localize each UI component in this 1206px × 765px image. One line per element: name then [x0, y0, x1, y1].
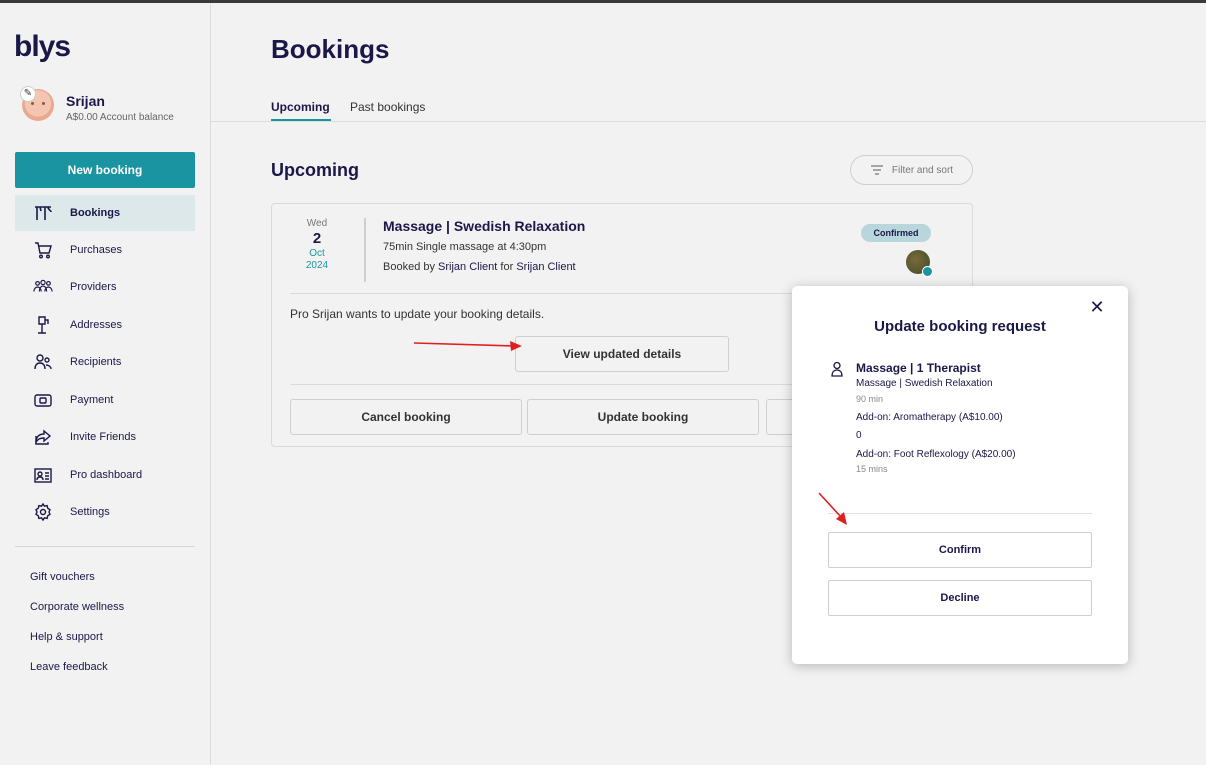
confirm-button[interactable]: Confirm — [828, 532, 1092, 568]
date-divider — [364, 218, 366, 282]
update-booking-button[interactable]: Update booking — [527, 399, 759, 435]
brand-logo[interactable]: blys — [14, 30, 71, 64]
address-icon — [15, 315, 70, 335]
section-title: Upcoming — [271, 160, 359, 180]
pro-dashboard-icon — [15, 465, 70, 485]
update-message: Pro Srijan wants to update your booking … — [290, 307, 545, 321]
sidebar-item-providers[interactable]: Providers — [15, 269, 195, 305]
sidebar-item-label: Payment — [70, 394, 114, 406]
payment-icon — [15, 390, 70, 410]
active-tab-indicator — [271, 119, 331, 121]
booking-day: 2 — [312, 230, 322, 247]
recipients-icon — [15, 352, 70, 372]
sidebar-item-label: Bookings — [70, 207, 121, 219]
link-corporate-wellness[interactable]: Corporate wellness — [30, 601, 124, 613]
user-name: Srijan — [66, 93, 105, 109]
sidebar-item-label: Addresses — [70, 319, 122, 331]
cancel-booking-button[interactable]: Cancel booking — [290, 399, 522, 435]
edit-avatar-icon[interactable]: ✎ — [20, 86, 36, 102]
status-badge: Confirmed — [861, 224, 931, 242]
modal-title: Update booking request — [874, 318, 1046, 335]
verified-icon — [922, 266, 933, 277]
close-icon[interactable]: ✕ — [1088, 298, 1106, 316]
modal-service-title: Massage | 1 Therapist — [856, 361, 981, 375]
decline-button[interactable]: Decline — [828, 580, 1092, 616]
sidebar-item-label: Pro dashboard — [70, 469, 143, 481]
sidebar-item-bookings[interactable]: Bookings — [15, 195, 195, 231]
account-balance: A$0.00 Account balance — [66, 112, 174, 123]
link-help-support[interactable]: Help & support — [30, 631, 103, 643]
modal-addon-aromatherapy: Add-on: Aromatherapy (A$10.00) — [856, 412, 1003, 423]
sidebar-item-settings[interactable]: Settings — [15, 494, 195, 530]
booking-weekday: Wed — [306, 218, 328, 229]
filter-icon — [870, 165, 883, 175]
new-booking-button[interactable]: New booking — [15, 152, 195, 188]
sidebar-item-payment[interactable]: Payment — [15, 382, 195, 418]
providers-icon — [15, 277, 70, 297]
modal-addon-foot-reflexology: Add-on: Foot Reflexology (A$20.00) — [856, 449, 1016, 460]
modal-divider — [828, 513, 1092, 514]
sidebar-item-label: Purchases — [70, 244, 122, 256]
update-booking-modal: ✕ Update booking request Massage | 1 The… — [792, 286, 1128, 664]
sidebar-item-pro-dashboard[interactable]: Pro dashboard — [15, 457, 195, 493]
booking-booked-by: Booked by Srijan Client for Srijan Clien… — [383, 261, 576, 273]
booking-date: Wed 2 Oct 2024 — [290, 218, 344, 271]
modal-service-type: Massage | Swedish Relaxation — [856, 378, 993, 389]
modal-service-duration: 90 min — [856, 394, 884, 404]
gear-icon — [15, 502, 70, 522]
link-gift-vouchers[interactable]: Gift vouchers — [30, 571, 95, 583]
cart-icon — [15, 240, 70, 260]
share-icon — [15, 427, 70, 447]
provider-avatar[interactable] — [906, 250, 933, 277]
booked-for-name: Srijan Client — [516, 261, 576, 273]
page-title: Bookings — [271, 34, 390, 64]
filter-label: Filter and sort — [891, 164, 954, 176]
therapist-icon — [831, 361, 843, 377]
sidebar-item-recipients[interactable]: Recipients — [15, 344, 195, 380]
view-updated-details-button[interactable]: View updated details — [515, 336, 729, 372]
sidebar-item-purchases[interactable]: Purchases — [15, 232, 195, 268]
modal-addon-quantity: 0 — [856, 430, 862, 441]
tab-upcoming[interactable]: Upcoming — [271, 100, 330, 114]
sidebar: blys ✎ Srijan A$0.00 Account balance New… — [0, 3, 211, 765]
link-leave-feedback[interactable]: Leave feedback — [30, 661, 108, 673]
sidebar-item-label: Settings — [70, 506, 110, 518]
sidebar-item-label: Providers — [70, 281, 117, 293]
booking-year: 2024 — [305, 260, 329, 271]
tab-past-bookings[interactable]: Past bookings — [350, 100, 425, 114]
sidebar-item-label: Invite Friends — [70, 431, 137, 443]
booked-by-name: Srijan Client — [438, 261, 498, 273]
filter-sort-button[interactable]: Filter and sort — [850, 155, 973, 185]
tabs-divider — [211, 121, 1206, 122]
bookings-icon — [15, 203, 70, 223]
sidebar-item-label: Recipients — [70, 356, 122, 368]
modal-addon-duration: 15 mins — [856, 464, 888, 474]
booking-description: 75min Single massage at 4:30pm — [383, 241, 547, 253]
sidebar-item-invite-friends[interactable]: Invite Friends — [15, 419, 195, 455]
sidebar-divider — [15, 546, 195, 547]
booking-month: Oct — [309, 248, 325, 259]
sidebar-item-addresses[interactable]: Addresses — [15, 307, 195, 343]
booking-title: Massage | Swedish Relaxation — [383, 218, 586, 234]
